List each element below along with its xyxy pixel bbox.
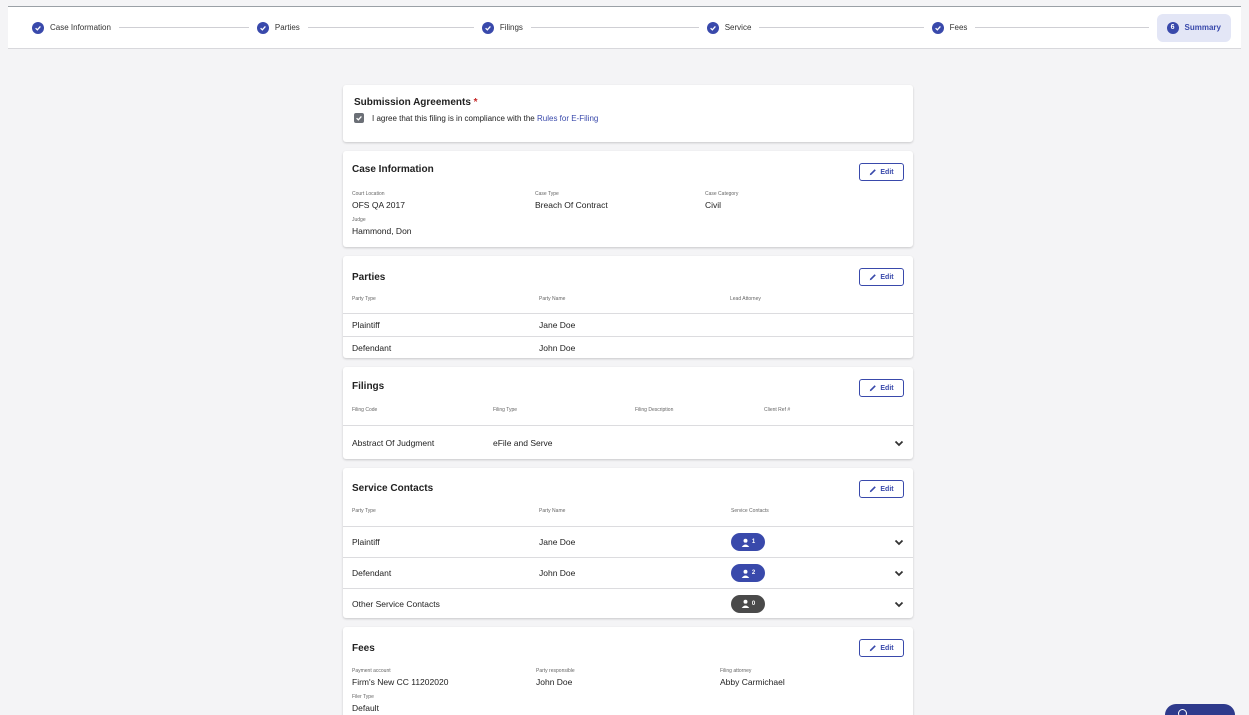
- check-circle-icon: [32, 21, 44, 34]
- agreements-title: Submission Agreements *: [354, 97, 478, 108]
- edit-parties-button[interactable]: Edit: [859, 268, 904, 286]
- edit-service-contacts-button[interactable]: Edit: [859, 480, 904, 498]
- step-connector: [530, 27, 699, 28]
- check-circle-icon: [931, 21, 944, 34]
- payment-account-field: Payment account Firm's New CC 11202020: [352, 668, 449, 687]
- pencil-icon: [870, 486, 877, 493]
- edit-filings-button[interactable]: Edit: [859, 379, 904, 397]
- parties-card: Parties Edit Party Type Party Name Lead …: [343, 256, 913, 358]
- column-header-party-type: Party Type: [352, 296, 376, 302]
- column-header-lead-attorney: Lead Attorney: [730, 296, 761, 302]
- chevron-down-icon[interactable]: [894, 537, 904, 547]
- column-header-filing-description: Filing Description: [635, 407, 674, 413]
- required-asterisk: *: [473, 97, 478, 108]
- step-case-information[interactable]: Case Information: [32, 21, 257, 34]
- table-row[interactable]: Other Service Contacts 0: [343, 588, 913, 618]
- step-label: Service: [724, 23, 752, 32]
- case-information-card: Case Information Edit Court Location OFS …: [343, 151, 913, 247]
- service-contacts-count-badge[interactable]: 1: [731, 533, 765, 551]
- help-fab-button[interactable]: [1165, 704, 1235, 715]
- help-icon: [1178, 709, 1187, 715]
- checkmark-icon: [356, 115, 362, 121]
- case-category-field: Case Category Civil: [705, 191, 739, 210]
- person-icon: [741, 599, 750, 608]
- party-responsible-field: Party responsible John Doe: [536, 668, 575, 687]
- filings-card: Filings Edit Filing Code Filing Type Fil…: [343, 367, 913, 459]
- agreement-text: I agree that this filing is in complianc…: [372, 113, 599, 123]
- progress-stepper: Case Information Parties Filings Service…: [8, 7, 1241, 49]
- judge-field: Judge Hammond, Don: [352, 217, 412, 236]
- table-row: Plaintiff Jane Doe: [343, 313, 913, 336]
- step-label: Summary: [1184, 23, 1221, 32]
- chevron-down-icon[interactable]: [894, 599, 904, 609]
- step-summary[interactable]: 6 Summary: [1156, 13, 1231, 42]
- service-contacts-card: Service Contacts Edit Party Type Party N…: [343, 468, 913, 618]
- table-row[interactable]: Plaintiff Jane Doe 1: [343, 526, 913, 557]
- column-header-party-type: Party Type: [352, 508, 376, 514]
- fees-card: Fees Edit Payment account Firm's New CC 1…: [343, 627, 913, 715]
- pencil-icon: [870, 169, 877, 176]
- column-header-party-name: Party Name: [539, 296, 566, 302]
- step-service[interactable]: Service: [706, 21, 932, 34]
- chevron-down-icon[interactable]: [894, 438, 904, 448]
- step-label: Case Information: [50, 23, 111, 32]
- step-label: Parties: [274, 23, 300, 32]
- table-row: Defendant John Doe: [343, 336, 913, 358]
- submission-agreements-card: Submission Agreements * I agree that thi…: [343, 85, 913, 142]
- filings-title: Filings: [352, 381, 385, 392]
- step-number-badge: 6: [1166, 21, 1179, 34]
- table-row[interactable]: Abstract Of Judgment eFile and Serve: [343, 425, 913, 459]
- check-circle-icon: [706, 21, 719, 34]
- court-location-field: Court Location OFS QA 2017: [352, 191, 405, 210]
- person-icon: [741, 569, 750, 578]
- step-label: Fees: [949, 23, 968, 32]
- service-contacts-count-badge[interactable]: 2: [731, 564, 765, 582]
- step-parties[interactable]: Parties: [256, 21, 482, 34]
- fees-title: Fees: [352, 643, 375, 654]
- table-row[interactable]: Defendant John Doe 2: [343, 557, 913, 588]
- column-header-filing-type: Filing Type: [493, 407, 518, 413]
- pencil-icon: [870, 274, 877, 281]
- filer-type-field: Filer Type Default: [352, 694, 379, 713]
- check-circle-icon: [256, 21, 269, 34]
- edit-fees-button[interactable]: Edit: [859, 639, 904, 657]
- step-connector: [975, 27, 1149, 28]
- column-header-filing-code: Filing Code: [352, 407, 378, 413]
- edit-case-information-button[interactable]: Edit: [859, 163, 904, 181]
- step-connector: [307, 27, 474, 28]
- filing-attorney-field: Filing attorney Abby Carmichael: [720, 668, 785, 687]
- column-header-service-contacts: Service Contacts: [731, 508, 769, 514]
- column-header-client-ref: Client Ref #: [764, 407, 791, 413]
- service-contacts-title: Service Contacts: [352, 483, 434, 494]
- rules-e-filing-link[interactable]: Rules for E-Filing: [537, 114, 598, 123]
- step-connector: [759, 27, 924, 28]
- pencil-icon: [870, 645, 877, 652]
- pencil-icon: [870, 385, 877, 392]
- parties-title: Parties: [352, 272, 386, 283]
- case-information-title: Case Information: [352, 164, 434, 175]
- case-type-field: Case Type Breach Of Contract: [535, 191, 608, 210]
- agreement-checkbox[interactable]: [354, 113, 364, 123]
- summary-content: Submission Agreements * I agree that thi…: [343, 85, 913, 715]
- step-connector: [118, 27, 249, 28]
- check-circle-icon: [481, 21, 494, 34]
- step-filings[interactable]: Filings: [481, 21, 707, 34]
- chevron-down-icon[interactable]: [894, 568, 904, 578]
- person-icon: [741, 538, 750, 547]
- column-header-party-name: Party Name: [539, 508, 566, 514]
- step-fees[interactable]: Fees: [931, 21, 1157, 34]
- service-contacts-count-badge[interactable]: 0: [731, 594, 765, 613]
- step-label: Filings: [499, 23, 523, 32]
